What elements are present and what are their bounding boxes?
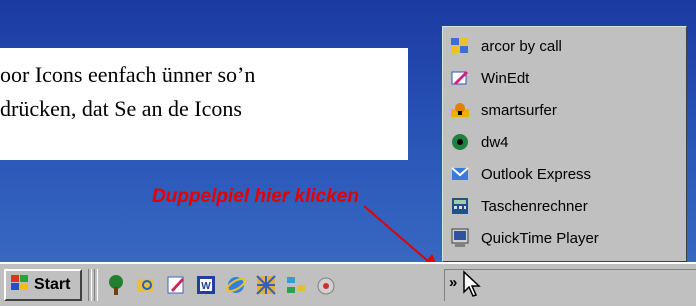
chevron-button[interactable]: » [449,274,457,291]
menu-item-arcor-by-call[interactable]: arcor by call [449,30,681,62]
network-app-icon[interactable] [284,273,308,297]
taskbar-separator [94,269,98,301]
menu-item-dw4[interactable]: dw4 [449,126,681,158]
outlook-express-icon [449,163,471,185]
menu-item-label: dw4 [481,133,509,151]
menu-item-winedt[interactable]: WinEdt [449,62,681,94]
taskbar: Start W » [0,262,696,306]
quick-launch-overflow-menu: arcor by call WinEdt smartsurfer dw4 Out… [442,26,687,262]
folder-search-icon[interactable] [134,273,158,297]
menu-item-taschenrechner[interactable]: Taschenrechner [449,190,681,222]
annotation-label: Duppelpiel hier klicken [152,186,359,207]
windows-logo-icon [10,274,30,297]
menu-item-smartsurfer[interactable]: smartsurfer [449,94,681,126]
menu-item-label: smartsurfer [481,101,557,119]
start-button[interactable]: Start [4,269,82,301]
document-text-box: oor Icons eenfach ünner so’n drücken, da… [0,48,408,160]
media-app-icon[interactable] [314,273,338,297]
document-line-2: drücken, dat Se an de Icons [0,96,242,121]
grid-app-icon[interactable] [254,273,278,297]
internet-explorer-icon[interactable] [224,273,248,297]
menu-item-label: Taschenrechner [481,197,588,215]
notepad-icon[interactable] [164,273,188,297]
document-line-1: oor Icons eenfach ünner so’n [0,62,256,87]
word-icon[interactable]: W [194,273,218,297]
quicktime-icon [449,227,471,249]
dw4-icon [449,131,471,153]
mouse-cursor-icon [462,270,484,303]
menu-item-label: arcor by call [481,37,562,55]
winedt-icon [449,67,471,89]
tree-icon[interactable] [104,273,128,297]
menu-item-label: Outlook Express [481,165,592,183]
calculator-icon [449,195,471,217]
svg-text:W: W [201,281,211,292]
menu-item-label: WinEdt [481,69,530,87]
menu-item-quicktime-player[interactable]: QuickTime Player [449,222,681,254]
start-label: Start [34,276,71,293]
menu-item-outlook-express[interactable]: Outlook Express [449,158,681,190]
smartsurfer-icon [449,99,471,121]
taskbar-separator [88,269,92,301]
arcor-icon [449,35,471,57]
menu-item-label: QuickTime Player [481,229,599,247]
